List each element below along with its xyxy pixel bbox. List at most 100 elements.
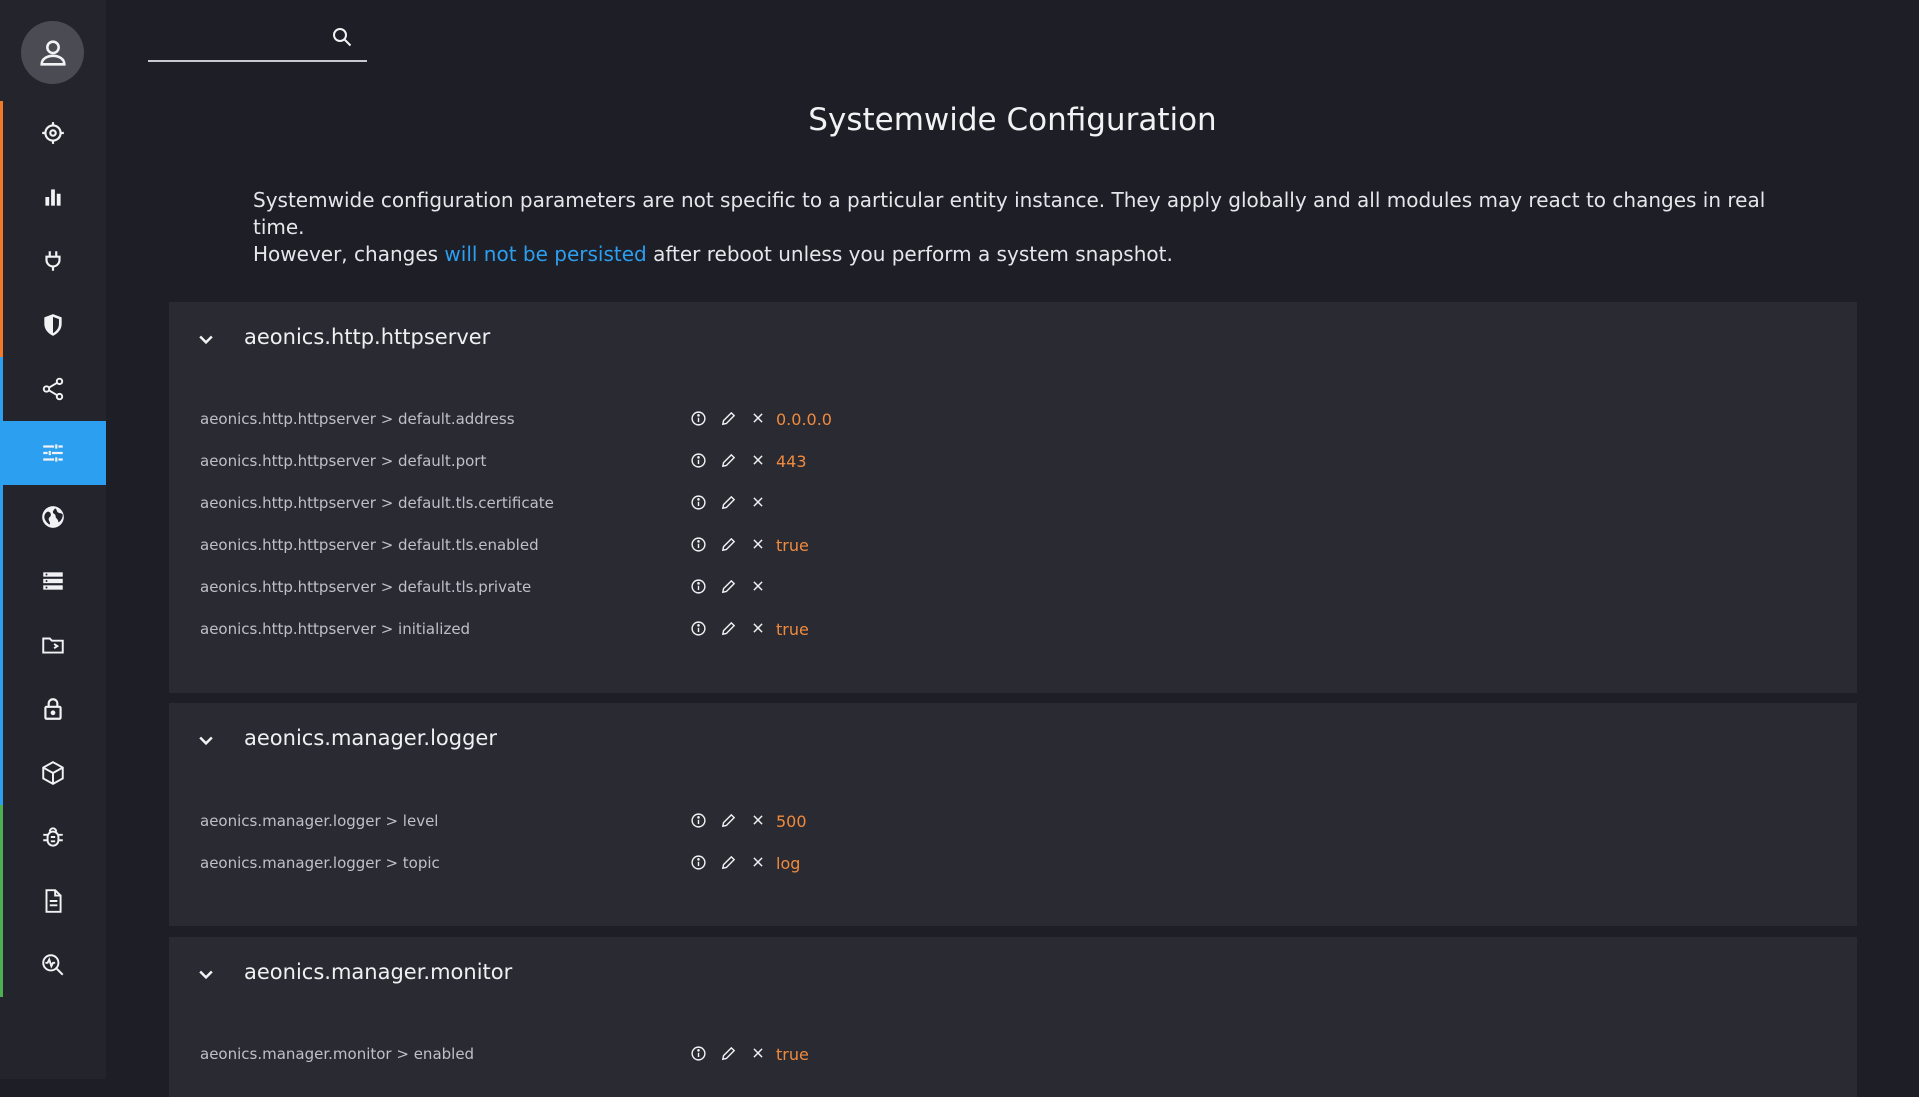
sliders-icon <box>43 444 63 462</box>
target-icon <box>42 122 64 144</box>
section-title: aeonics.http.httpserver <box>244 325 491 349</box>
plug-icon <box>45 251 61 271</box>
page-description: Systemwide configuration parameters are … <box>253 187 1813 268</box>
close-icon[interactable] <box>747 533 769 555</box>
close-icon[interactable] <box>747 809 769 831</box>
config-section: aeonics.manager.logger aeonics.manager.lo… <box>169 703 1857 926</box>
info-icon[interactable] <box>687 449 709 471</box>
row-actions <box>687 533 769 555</box>
edit-icon[interactable] <box>717 449 739 471</box>
description-line-2: However, changes will not be persisted a… <box>253 241 1813 268</box>
edit-icon[interactable] <box>717 851 739 873</box>
config-key: aeonics.manager.monitor > enabled <box>200 1045 475 1063</box>
folder-icon <box>42 637 64 654</box>
row-actions <box>687 575 769 597</box>
config-row: aeonics.manager.logger > topic log <box>169 846 1857 880</box>
config-key: aeonics.http.httpserver > default.tls.pr… <box>200 578 532 596</box>
sidebar <box>0 0 106 1079</box>
nav-item-security[interactable] <box>0 293 106 357</box>
row-actions <box>687 449 769 471</box>
info-icon[interactable] <box>687 575 709 597</box>
close-icon[interactable] <box>747 851 769 873</box>
config-value: true <box>776 1045 809 1064</box>
config-value: 0.0.0.0 <box>776 410 832 429</box>
document-icon <box>45 889 62 913</box>
info-icon[interactable] <box>687 533 709 555</box>
config-value: log <box>776 854 801 873</box>
nav-item-logs[interactable] <box>0 869 106 933</box>
section-header[interactable]: aeonics.manager.logger <box>169 703 1857 777</box>
close-icon[interactable] <box>747 1042 769 1064</box>
server-icon <box>43 572 63 590</box>
nav-item-files[interactable] <box>0 613 106 677</box>
edit-icon[interactable] <box>717 1042 739 1064</box>
row-actions <box>687 407 769 429</box>
info-icon[interactable] <box>687 809 709 831</box>
shield-icon <box>44 314 62 336</box>
description-text-after: after reboot unless you perform a system… <box>646 242 1173 266</box>
bar-chart-icon <box>45 189 61 206</box>
nav-item-network[interactable] <box>0 357 106 421</box>
close-icon[interactable] <box>747 491 769 513</box>
monitor-search-icon <box>42 954 64 976</box>
edit-icon[interactable] <box>717 533 739 555</box>
info-icon[interactable] <box>687 1042 709 1064</box>
sidebar-nav <box>0 101 106 997</box>
config-key: aeonics.http.httpserver > default.port <box>200 452 487 470</box>
description-line-1: Systemwide configuration parameters are … <box>253 188 1766 239</box>
search-bar <box>148 16 367 62</box>
row-actions <box>687 809 769 831</box>
edit-icon[interactable] <box>717 617 739 639</box>
config-section: aeonics.http.httpserver aeonics.http.http… <box>169 302 1857 693</box>
chevron-down-icon[interactable] <box>193 727 219 753</box>
nav-item-debug[interactable] <box>0 805 106 869</box>
info-icon[interactable] <box>687 851 709 873</box>
row-actions <box>687 851 769 873</box>
edit-icon[interactable] <box>717 809 739 831</box>
config-row: aeonics.http.httpserver > default.tls.pr… <box>169 570 1857 604</box>
lock-icon <box>44 698 62 720</box>
config-key: aeonics.http.httpserver > initialized <box>200 620 471 638</box>
config-row: aeonics.manager.logger > level 500 <box>169 804 1857 838</box>
nav-item-web[interactable] <box>0 485 106 549</box>
config-value: 500 <box>776 812 807 831</box>
config-key: aeonics.http.httpserver > default.tls.en… <box>200 536 539 554</box>
nav-item-configuration[interactable] <box>0 421 106 485</box>
page-title: Systemwide Configuration <box>808 102 1217 138</box>
nav-item-access[interactable] <box>0 677 106 741</box>
close-icon[interactable] <box>747 407 769 429</box>
section-header[interactable]: aeonics.http.httpserver <box>169 302 1857 376</box>
nav-item-statistics[interactable] <box>0 165 106 229</box>
bug-icon <box>43 827 63 847</box>
share-icon <box>42 377 64 401</box>
config-key: aeonics.http.httpserver > default.addres… <box>200 410 515 428</box>
info-icon[interactable] <box>687 407 709 429</box>
search-button[interactable] <box>327 22 357 52</box>
edit-icon[interactable] <box>717 491 739 513</box>
config-row: aeonics.http.httpserver > default.addres… <box>169 402 1857 436</box>
chevron-down-icon[interactable] <box>193 326 219 352</box>
config-key: aeonics.manager.logger > topic <box>200 854 440 872</box>
section-title: aeonics.manager.monitor <box>244 960 513 984</box>
config-row: aeonics.http.httpserver > default.tls.ce… <box>169 486 1857 520</box>
config-row: aeonics.http.httpserver > default.port 44… <box>169 444 1857 478</box>
nav-item-connectors[interactable] <box>0 229 106 293</box>
nav-item-storage[interactable] <box>0 549 106 613</box>
edit-icon[interactable] <box>717 407 739 429</box>
nav-item-modules[interactable] <box>0 741 106 805</box>
section-header[interactable]: aeonics.manager.monitor <box>169 937 1857 1011</box>
config-row: aeonics.manager.monitor > enabled true <box>169 1037 1857 1071</box>
persistence-link[interactable]: will not be persisted <box>444 242 646 266</box>
search-input[interactable] <box>148 24 318 54</box>
close-icon[interactable] <box>747 575 769 597</box>
info-icon[interactable] <box>687 491 709 513</box>
close-icon[interactable] <box>747 449 769 471</box>
info-icon[interactable] <box>687 617 709 639</box>
config-section: aeonics.manager.monitor aeonics.manager.m… <box>169 937 1857 1097</box>
user-avatar[interactable] <box>21 21 84 84</box>
nav-item-dashboard[interactable] <box>0 101 106 165</box>
close-icon[interactable] <box>747 617 769 639</box>
edit-icon[interactable] <box>717 575 739 597</box>
chevron-down-icon[interactable] <box>193 961 219 987</box>
nav-item-monitoring[interactable] <box>0 933 106 997</box>
